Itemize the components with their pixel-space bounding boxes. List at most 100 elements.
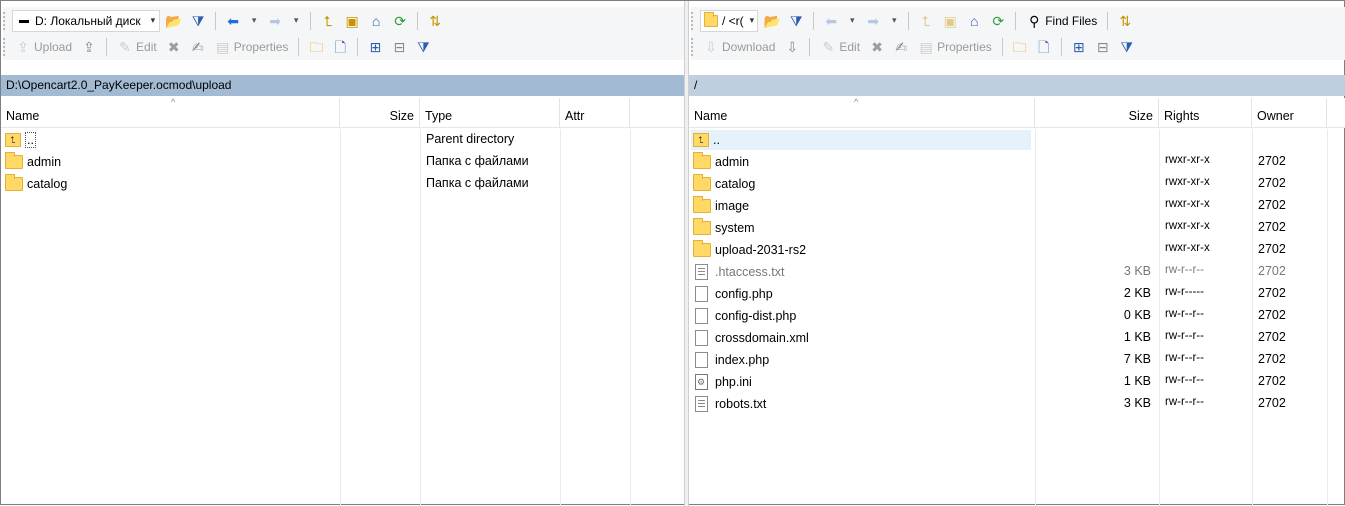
file-name-cell[interactable]: system: [691, 218, 761, 238]
chevron-down-icon[interactable]: ▾: [247, 11, 261, 31]
edit-button[interactable]: ✎ Edit: [817, 36, 863, 58]
list-item[interactable]: .htaccess.txt 3 KB rw-r--r-- 2702: [689, 261, 1345, 283]
toolbar-grip[interactable]: [691, 11, 694, 30]
root-directory-icon[interactable]: ▣: [342, 11, 362, 31]
list-item[interactable]: config-dist.php 0 KB rw-r--r-- 2702: [689, 305, 1345, 327]
file-name-cell[interactable]: ⮤ ..: [3, 130, 42, 150]
local-path-bar[interactable]: D:\Opencart2.0_PayKeeper.ocmod\upload: [1, 75, 684, 96]
download-button[interactable]: ⇩ Download: [700, 36, 778, 58]
filter-icon[interactable]: ⧩: [188, 11, 208, 31]
refresh-icon[interactable]: ⟳: [390, 11, 410, 31]
list-item[interactable]: image rwxr-xr-x 2702: [689, 195, 1345, 217]
download-options-icon[interactable]: ⇩: [782, 37, 802, 57]
toolbar-grip[interactable]: [3, 11, 6, 30]
unselect-files-icon[interactable]: ⊟: [389, 37, 409, 57]
synchronize-browsing-icon[interactable]: ⇅: [1115, 11, 1135, 31]
find-files-button[interactable]: ⚲ Find Files: [1023, 10, 1100, 32]
file-name-cell[interactable]: config.php: [691, 284, 779, 304]
file-name-cell[interactable]: robots.txt: [691, 394, 772, 414]
file-name-cell[interactable]: upload-2031-rs2: [691, 240, 812, 260]
file-name-cell[interactable]: image: [691, 196, 755, 216]
column-header-name[interactable]: Name ^: [689, 97, 1035, 128]
properties-button[interactable]: ▤ Properties: [915, 36, 995, 58]
new-folder-icon[interactable]: 🗀: [306, 37, 326, 57]
file-name-cell[interactable]: admin: [691, 152, 755, 172]
file-name-cell[interactable]: crossdomain.xml: [691, 328, 815, 348]
list-item[interactable]: php.ini 1 KB rw-r--r-- 2702: [689, 371, 1345, 393]
rename-icon[interactable]: ✍: [188, 37, 208, 57]
root-directory-icon[interactable]: ▣: [940, 11, 960, 31]
rename-icon[interactable]: ✍: [891, 37, 911, 57]
file-name-cell[interactable]: catalog: [691, 174, 761, 194]
properties-button[interactable]: ▤ Properties: [212, 36, 292, 58]
column-header-name[interactable]: Name ^: [1, 97, 340, 128]
chevron-down-icon[interactable]: ▾: [887, 11, 901, 31]
file-name-cell[interactable]: config-dist.php: [691, 306, 802, 326]
home-icon[interactable]: ⌂: [964, 11, 984, 31]
toolbar-grip[interactable]: [3, 37, 6, 56]
list-item[interactable]: index.php 7 KB rw-r--r-- 2702: [689, 349, 1345, 371]
file-name-cell[interactable]: php.ini: [691, 372, 758, 392]
chevron-down-icon[interactable]: ▾: [289, 11, 303, 31]
parent-directory-icon[interactable]: ⮤: [318, 11, 338, 31]
file-name-cell[interactable]: .htaccess.txt: [691, 262, 790, 282]
new-folder-icon[interactable]: 🗀: [1010, 37, 1030, 57]
column-header-rights[interactable]: Rights: [1159, 98, 1252, 128]
back-arrow-icon[interactable]: ⬅: [821, 11, 841, 31]
back-arrow-icon[interactable]: ⬅: [223, 11, 243, 31]
delete-icon[interactable]: ✖: [867, 37, 887, 57]
list-item[interactable]: catalog Папка с файлами: [1, 173, 684, 195]
list-item[interactable]: system rwxr-xr-x 2702: [689, 217, 1345, 239]
column-header-type[interactable]: Type: [420, 98, 560, 128]
file-name-cell[interactable]: ⮤ ..: [691, 130, 1031, 150]
delete-icon[interactable]: ✖: [164, 37, 184, 57]
column-name-label: Name: [694, 109, 728, 123]
open-directory-icon[interactable]: 📂: [762, 11, 782, 31]
select-files-icon[interactable]: ⊞: [365, 37, 385, 57]
refresh-icon[interactable]: ⟳: [988, 11, 1008, 31]
download-icon: ⇩: [705, 38, 717, 55]
home-icon[interactable]: ⌂: [366, 11, 386, 31]
list-item[interactable]: config.php 2 KB rw-r----- 2702: [689, 283, 1345, 305]
list-item[interactable]: catalog rwxr-xr-x 2702: [689, 173, 1345, 195]
file-rights: rw-r-----: [1165, 286, 1204, 298]
select-files-icon[interactable]: ⊞: [1069, 37, 1089, 57]
remote-path-combo-label: / <r(: [722, 13, 744, 28]
synchronize-browsing-icon[interactable]: ⇅: [425, 11, 445, 31]
list-item[interactable]: admin rwxr-xr-x 2702: [689, 151, 1345, 173]
file-name-cell[interactable]: index.php: [691, 350, 775, 370]
parent-directory-icon[interactable]: ⮤: [916, 11, 936, 31]
list-item[interactable]: admin Папка с файлами: [1, 151, 684, 173]
forward-arrow-icon[interactable]: ➡: [863, 11, 883, 31]
chevron-down-icon[interactable]: ▾: [151, 15, 156, 26]
remote-path-bar[interactable]: /: [689, 75, 1345, 96]
open-directory-icon[interactable]: 📂: [164, 11, 184, 31]
edit-button[interactable]: ✎ Edit: [114, 36, 160, 58]
file-name-cell[interactable]: catalog: [3, 174, 73, 194]
list-item[interactable]: robots.txt 3 KB rw-r--r-- 2702: [689, 393, 1345, 415]
column-header-size[interactable]: Size: [340, 98, 420, 128]
new-file-icon[interactable]: 🗋: [330, 37, 350, 57]
list-item[interactable]: ⮤ ..: [689, 129, 1345, 151]
column-header-attr[interactable]: Attr: [560, 98, 630, 128]
chevron-down-icon[interactable]: ▾: [845, 11, 859, 31]
filter-icon[interactable]: ⧩: [786, 11, 806, 31]
file-name-cell[interactable]: admin: [3, 152, 67, 172]
remote-path-selector[interactable]: / <r( ▾: [700, 9, 759, 32]
new-file-icon[interactable]: 🗋: [1034, 37, 1054, 57]
file-icon: [695, 286, 708, 302]
forward-arrow-icon[interactable]: ➡: [265, 11, 285, 31]
chevron-down-icon[interactable]: ▾: [750, 15, 755, 26]
list-item[interactable]: ⮤ .. Parent directory: [1, 129, 684, 151]
filter-icon[interactable]: ⧩: [1117, 37, 1137, 57]
column-header-size[interactable]: Size: [1035, 98, 1159, 128]
unselect-files-icon[interactable]: ⊟: [1093, 37, 1113, 57]
upload-options-icon[interactable]: ⇪: [79, 37, 99, 57]
toolbar-grip[interactable]: [691, 37, 694, 56]
local-drive-selector[interactable]: ▬ D: Локальный диск ▾: [12, 9, 161, 32]
column-header-owner[interactable]: Owner: [1252, 98, 1327, 128]
filter-icon[interactable]: ⧩: [413, 37, 433, 57]
list-item[interactable]: upload-2031-rs2 rwxr-xr-x 2702: [689, 239, 1345, 261]
upload-button[interactable]: ⇪ Upload: [12, 36, 75, 58]
list-item[interactable]: crossdomain.xml 1 KB rw-r--r-- 2702: [689, 327, 1345, 349]
